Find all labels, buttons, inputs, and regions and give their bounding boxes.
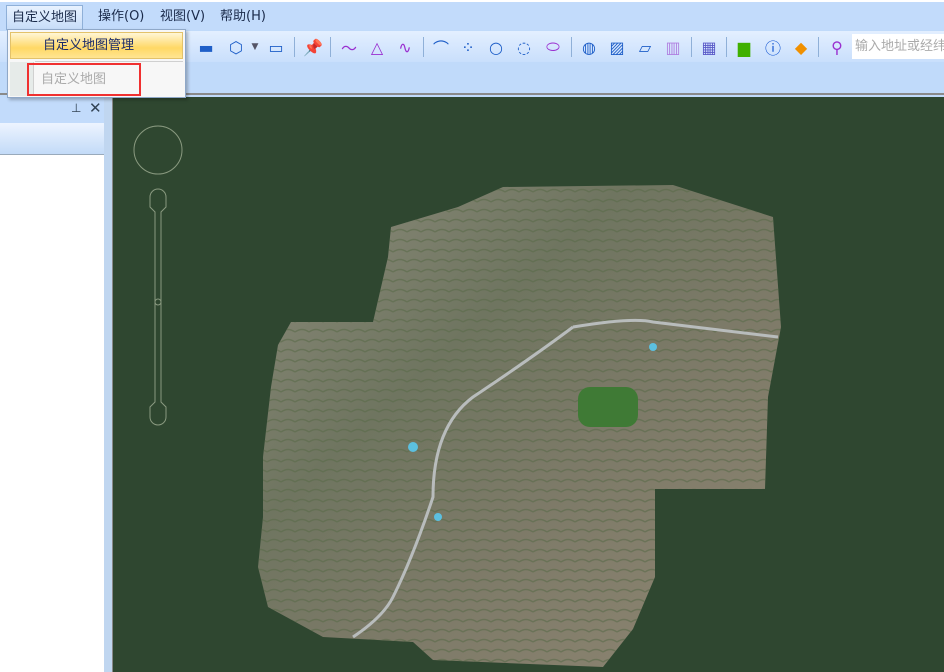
highlight-box	[27, 63, 141, 96]
camera-icon[interactable]: ▭	[265, 36, 287, 58]
panel-tab-strip	[0, 123, 104, 155]
vip-diamond-icon[interactable]: ◆	[790, 36, 812, 58]
circle-icon[interactable]: ○	[485, 36, 507, 58]
menu-help[interactable]: 帮助(H)	[215, 5, 271, 30]
left-panel: ⊥ ✕	[0, 97, 104, 672]
building-icon[interactable]: ▦	[698, 36, 720, 58]
chevron-down-icon[interactable]: ▼	[250, 36, 260, 58]
info-icon[interactable]: ⓘ	[762, 36, 784, 58]
arc-icon[interactable]: ⌒	[430, 36, 452, 58]
navigation-control[interactable]	[133, 125, 183, 426]
curve-icon[interactable]: ∿	[394, 36, 416, 58]
splitter[interactable]	[104, 97, 113, 672]
pin-icon[interactable]: ⊥	[71, 101, 81, 115]
ellipse-icon[interactable]: ⬭	[542, 36, 564, 58]
menu-operation[interactable]: 操作(O)	[93, 5, 149, 30]
cube-icon[interactable]: ⬡	[225, 36, 247, 58]
angle-icon[interactable]: △	[366, 36, 388, 58]
hatched-polygon-icon[interactable]: ▱	[634, 36, 656, 58]
menu-bar: 自定义地图 操作(O) 视图(V) 帮助(H)	[0, 0, 944, 30]
arc-circle-icon[interactable]: ◌	[513, 36, 535, 58]
panel-header: ⊥ ✕	[0, 97, 104, 123]
map-view[interactable]	[113, 97, 944, 672]
map-canvas	[133, 125, 781, 667]
hatched-circle-icon[interactable]: ◍	[578, 36, 600, 58]
menu-custom-map[interactable]: 自定义地图	[6, 5, 84, 30]
search-input[interactable]: 输入地址或经纬度	[852, 34, 944, 59]
search-icon[interactable]: ⚲	[826, 36, 848, 58]
menu-view[interactable]: 视图(V)	[155, 5, 210, 30]
custom-map-dropdown: 自定义地图管理 自定义地图	[7, 29, 186, 98]
close-icon[interactable]: ✕	[89, 99, 102, 117]
polyline-icon[interactable]: 〜	[338, 36, 360, 58]
pushpin-icon[interactable]: 📌	[302, 36, 324, 58]
chat-icon[interactable]: ▆	[733, 36, 755, 58]
menu-item-custom-map-manage[interactable]: 自定义地图管理	[10, 32, 183, 59]
points-icon[interactable]: ⁘	[457, 36, 479, 58]
columns-icon[interactable]: ▥	[662, 36, 684, 58]
ruler-icon[interactable]: ▬	[195, 36, 217, 58]
hatched-square-icon[interactable]: ▨	[606, 36, 628, 58]
